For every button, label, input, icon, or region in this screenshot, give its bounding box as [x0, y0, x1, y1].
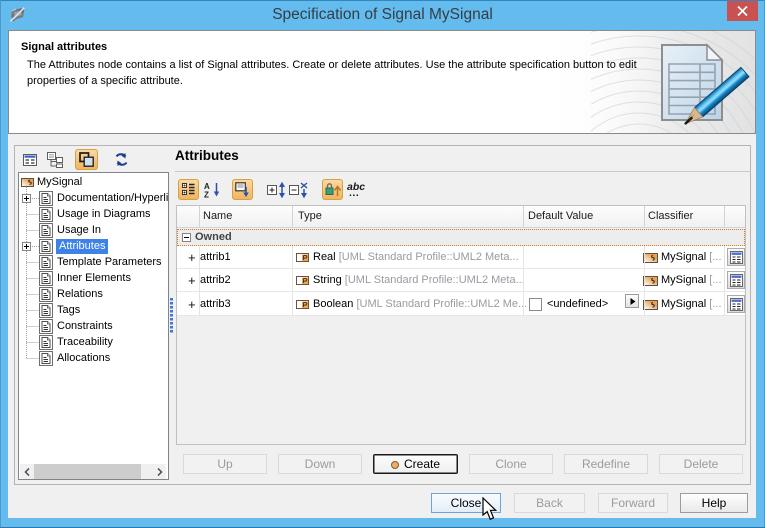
- svg-text:Z: Z: [204, 191, 209, 200]
